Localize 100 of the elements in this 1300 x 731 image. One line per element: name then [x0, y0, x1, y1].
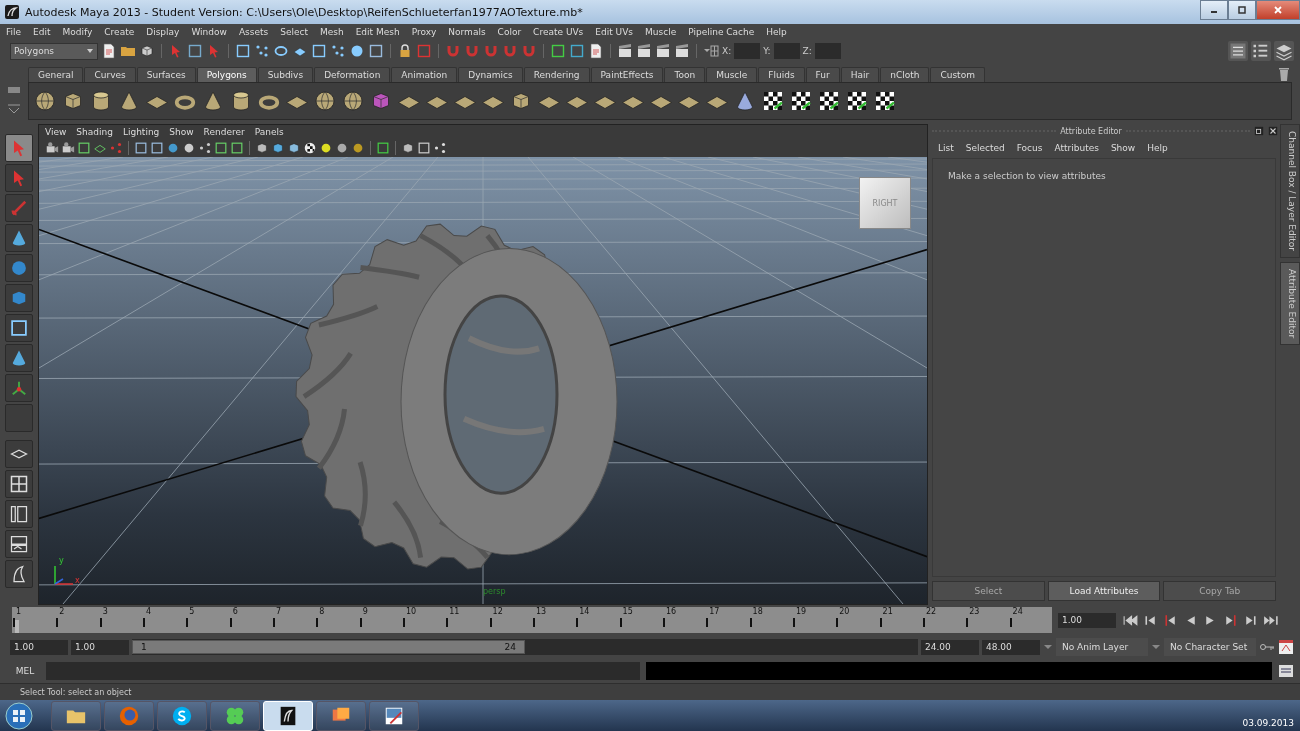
menu-item[interactable]: Attributes — [1054, 143, 1099, 153]
skip-to-end-icon[interactable] — [1262, 613, 1279, 627]
panel-menu-item[interactable]: Lighting — [122, 127, 160, 137]
coordinate-field[interactable] — [734, 43, 761, 59]
shelf-tab[interactable]: General — [28, 67, 84, 82]
nodes-icon[interactable] — [433, 141, 447, 155]
taskbar-button[interactable] — [369, 700, 419, 731]
camera-icon[interactable] — [61, 141, 75, 155]
light-icon[interactable] — [319, 141, 333, 155]
sphere-icon[interactable] — [182, 141, 196, 155]
layers-icon[interactable] — [1274, 41, 1294, 61]
tool-button[interactable] — [5, 284, 33, 312]
tool-button[interactable] — [5, 314, 33, 342]
shelf-tab[interactable]: Custom — [930, 67, 985, 82]
tool-button[interactable] — [5, 374, 33, 402]
coordinate-field[interactable] — [773, 43, 800, 59]
character-set-dropdown[interactable]: No Character Set — [1164, 638, 1256, 656]
shelf-tab[interactable]: Curves — [84, 67, 136, 82]
sphere-icon[interactable] — [349, 43, 365, 59]
sphere-icon[interactable] — [341, 89, 365, 113]
checker-icon[interactable] — [817, 89, 841, 113]
sphere-icon[interactable] — [351, 141, 365, 155]
layout-button[interactable] — [5, 530, 33, 558]
caret-icon[interactable] — [1043, 642, 1053, 652]
menu-item[interactable]: Edit UVs — [595, 27, 634, 37]
shelf-tab[interactable]: Toon — [664, 67, 706, 82]
playback-start-field[interactable]: 1.00 — [71, 639, 129, 655]
preferences-icon[interactable] — [1278, 639, 1294, 655]
checker-icon[interactable] — [845, 89, 869, 113]
panel-menu-item[interactable]: Shading — [76, 127, 113, 137]
menu-item[interactable]: File — [6, 27, 22, 37]
shelf-tab[interactable]: nCloth — [880, 67, 930, 82]
document-icon[interactable] — [588, 43, 604, 59]
menu-item[interactable]: Create UVs — [533, 27, 584, 37]
vertex-icon[interactable] — [254, 43, 270, 59]
sphere-icon[interactable] — [335, 141, 349, 155]
shelf-tab[interactable]: Hair — [840, 67, 880, 82]
curve-icon[interactable] — [273, 43, 289, 59]
menu-item[interactable]: Edit — [33, 27, 51, 37]
time-slider[interactable]: 1 2 3 4 5 6 7 8 9 10 11 12 13 14 15 16 17 18 19 20 21 22 23 24 — [12, 607, 1052, 633]
layout-button[interactable] — [5, 440, 33, 468]
script-editor-icon[interactable] — [1278, 663, 1294, 679]
shelf-tab[interactable]: Deformation — [314, 67, 391, 82]
tool-button[interactable] — [5, 134, 33, 162]
shelf-tab[interactable]: PaintEffects — [590, 67, 664, 82]
caret-icon[interactable] — [1151, 642, 1161, 652]
layout-button[interactable] — [5, 560, 33, 588]
frame-icon[interactable] — [368, 43, 384, 59]
command-input-field[interactable] — [46, 662, 640, 680]
shelf-tab[interactable]: Surfaces — [136, 67, 196, 82]
shelf-tab[interactable]: Animation — [391, 67, 458, 82]
shelf-tab[interactable]: Fluids — [758, 67, 805, 82]
sphere-icon[interactable] — [33, 89, 57, 113]
clapper-icon[interactable] — [674, 43, 690, 59]
list-icon[interactable] — [1251, 41, 1271, 61]
menu-item[interactable]: Normals — [448, 27, 486, 37]
panel-menu-item[interactable]: View — [45, 127, 67, 137]
menu-item[interactable]: Selected — [965, 143, 1005, 153]
crosshair-icon[interactable] — [703, 43, 719, 59]
clapper-icon[interactable] — [617, 43, 633, 59]
menu-item[interactable]: Proxy — [411, 27, 437, 37]
menu-item[interactable]: Pipeline Cache — [688, 27, 755, 37]
panel-button[interactable]: Load Attributes — [1047, 581, 1161, 601]
menu-item[interactable]: Create — [104, 27, 135, 37]
layout-button[interactable] — [5, 470, 33, 498]
close-icon[interactable] — [1268, 126, 1278, 136]
command-language-label[interactable]: MEL — [10, 666, 40, 676]
shelf-tab[interactable]: Muscle — [706, 67, 758, 82]
range-slider[interactable]: 1 24 — [132, 640, 525, 654]
anim-layer-dropdown[interactable]: No Anim Layer — [1056, 638, 1148, 656]
frame-icon[interactable] — [417, 141, 431, 155]
menu-item[interactable]: Help — [1147, 143, 1168, 153]
shelf-tab[interactable]: Polygons — [196, 67, 257, 82]
layout-button[interactable] — [5, 500, 33, 528]
menu-item[interactable]: Focus — [1016, 143, 1043, 153]
points-icon[interactable] — [330, 43, 346, 59]
shelf-tab[interactable]: Rendering — [523, 67, 590, 82]
shelf-tab[interactable]: Subdivs — [257, 67, 314, 82]
viewport[interactable]: RIGHT y x persp — [39, 157, 927, 604]
checker-icon[interactable] — [303, 141, 317, 155]
trash-icon[interactable] — [1276, 66, 1292, 82]
taskbar-button[interactable] — [157, 700, 207, 731]
camera-icon[interactable] — [45, 141, 59, 155]
end-time-field[interactable]: 48.00 — [982, 639, 1040, 655]
tool-button[interactable] — [5, 344, 33, 372]
playback-end-field[interactable]: 24.00 — [921, 639, 979, 655]
points-icon[interactable] — [198, 141, 212, 155]
menu-item[interactable]: Help — [766, 27, 787, 37]
document-icon[interactable] — [101, 43, 117, 59]
current-frame-field[interactable]: 1.00 — [1058, 612, 1116, 628]
menu-item[interactable]: Muscle — [645, 27, 677, 37]
menu-item[interactable]: Select — [280, 27, 308, 37]
start-button[interactable] — [4, 700, 34, 731]
sphere-icon[interactable] — [313, 89, 337, 113]
menu-item[interactable]: Assets — [238, 27, 269, 37]
maximize-button[interactable] — [1228, 0, 1256, 20]
checker-icon[interactable] — [789, 89, 813, 113]
panel-icon[interactable] — [1228, 41, 1248, 61]
skip-to-start-icon[interactable] — [1122, 613, 1139, 627]
minimize-button[interactable] — [1200, 0, 1228, 20]
